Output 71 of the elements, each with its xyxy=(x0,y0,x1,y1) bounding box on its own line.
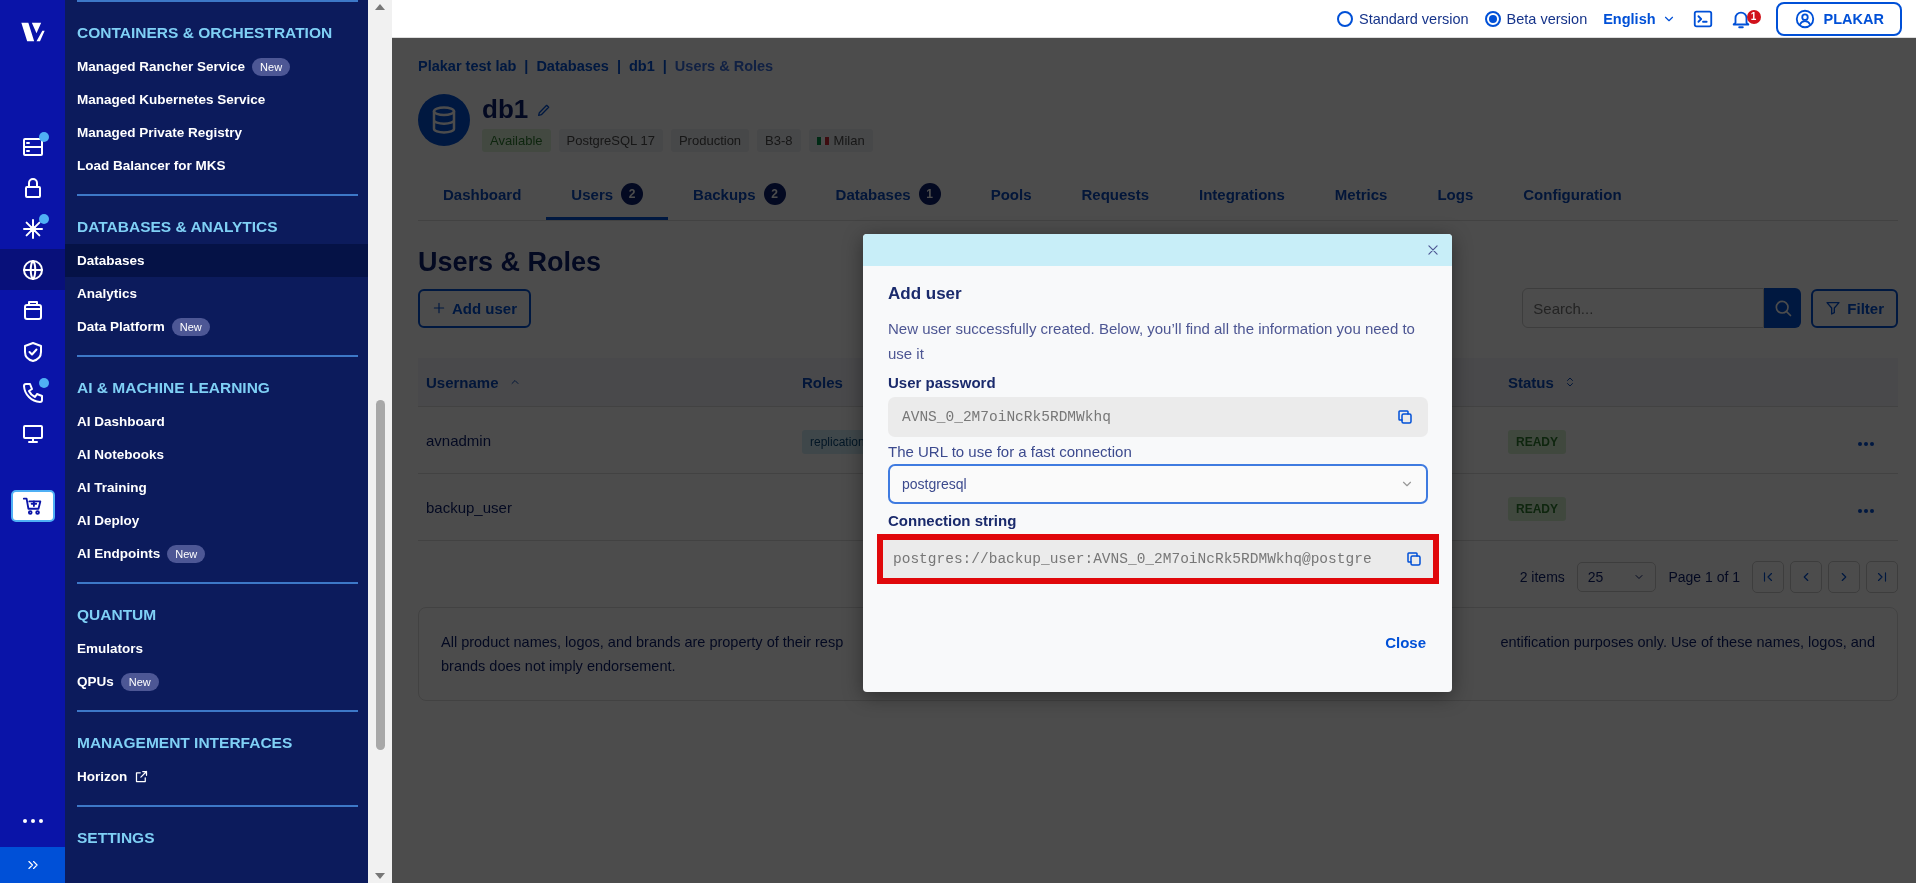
connection-string-field[interactable]: postgres://backup_user:AVNS_0_2M7oiNcRk5RDMWkhq@postgre xyxy=(883,540,1433,578)
scroll-down-icon[interactable] xyxy=(375,873,385,879)
column-header: Roles xyxy=(802,373,843,391)
disclaimer-text: brands does not imply endorsement. xyxy=(441,658,676,674)
radio-button[interactable] xyxy=(1484,10,1501,27)
breadcrumb-separator: | xyxy=(662,58,667,74)
new-badge: New xyxy=(171,317,210,336)
item-count: 2 items xyxy=(1519,569,1565,585)
close-link[interactable]: Close xyxy=(1385,634,1426,651)
disclaimer-text: All product names, logos, and brands are property of their resp xyxy=(441,633,844,652)
sidebar-item[interactable]: Emulators xyxy=(65,632,368,665)
cart-plus-icon xyxy=(21,495,44,517)
sidebar-item[interactable]: AI Endpoints New xyxy=(65,537,368,570)
page-title: db1 xyxy=(482,94,529,125)
copy-icon[interactable] xyxy=(1396,408,1414,426)
more-icon[interactable] xyxy=(22,819,43,823)
language-dropdown[interactable]: English xyxy=(1603,10,1676,27)
user-icon xyxy=(1793,7,1816,30)
cart-button[interactable] xyxy=(10,490,55,522)
new-badge: New xyxy=(167,544,206,563)
sidebar-item[interactable]: Horizon xyxy=(65,760,368,793)
sidebar-item[interactable]: Data Platform New xyxy=(65,310,368,343)
scroll-up-icon[interactable] xyxy=(375,4,385,10)
new-badge: New xyxy=(252,57,291,76)
page-label: Page 1 of 1 xyxy=(1668,569,1740,585)
globe-icon xyxy=(20,257,45,282)
table-cell: backup_user xyxy=(426,498,512,516)
notification-badge: 1 xyxy=(1746,9,1761,24)
section-heading: SETTINGS xyxy=(77,829,155,848)
version-radio[interactable]: Beta version xyxy=(1484,10,1588,27)
sidebar-item[interactable]: Managed Kubernetes Service xyxy=(65,83,368,116)
section-heading: AI & MACHINE LEARNING xyxy=(77,379,270,398)
field-label: Connection string xyxy=(888,512,1018,529)
modal-title: Add user xyxy=(888,284,963,304)
table-cell: avnadmin xyxy=(426,431,492,449)
disclaimer-text: entification purposes only. Use of these names, logos, and xyxy=(1500,633,1875,652)
close-icon xyxy=(1426,243,1440,257)
sidebar-item[interactable]: AI Deploy xyxy=(65,504,368,537)
network-icon xyxy=(20,216,45,241)
phone-icon xyxy=(20,380,45,405)
scrollbar-thumb[interactable] xyxy=(375,400,385,750)
sidebar-item[interactable]: AI Notebooks xyxy=(65,438,368,471)
sidebar-item[interactable]: AI Training xyxy=(65,471,368,504)
section-heading: QUANTUM xyxy=(77,606,157,625)
field-label: The URL to use for a fast connection xyxy=(888,443,1133,460)
sidebar-item[interactable]: Managed Rancher Service New xyxy=(65,50,368,83)
section-heading: MANAGEMENT INTERFACES xyxy=(77,734,293,753)
section-heading: DATABASES & ANALYTICS xyxy=(77,218,278,237)
breadcrumb-current: Users & Roles xyxy=(674,58,774,74)
breadcrumb-separator: | xyxy=(616,58,621,74)
sidebar-item[interactable]: AI Dashboard xyxy=(65,405,368,438)
close-button[interactable] xyxy=(1426,243,1440,257)
version-radio[interactable]: Standard version xyxy=(1336,10,1469,27)
success-message: New user successfully created. Below, you’ll find all the information you need to use it xyxy=(888,319,1416,364)
sidebar-item[interactable]: Analytics xyxy=(65,277,368,310)
password-field[interactable]: AVNS_0_2M7oiNcRk5RDMWkhq xyxy=(888,397,1428,437)
section-heading: CONTAINERS & ORCHESTRATION xyxy=(77,24,333,43)
sidebar-item[interactable]: QPUs New xyxy=(65,665,368,698)
account-button[interactable]: PLAKAR xyxy=(1775,1,1902,36)
field-label: User password xyxy=(888,374,997,391)
radio-button[interactable] xyxy=(1336,10,1353,27)
double-chevron-icon xyxy=(25,858,40,872)
copy-icon[interactable] xyxy=(1405,550,1423,568)
globe-nav-item[interactable] xyxy=(0,249,65,290)
url-type-select[interactable]: postgresql xyxy=(888,464,1428,504)
sidebar-item[interactable]: Load Balancer for MKS xyxy=(65,149,368,182)
sidebar-item[interactable]: Managed Private Registry xyxy=(65,116,368,149)
sidebar-item[interactable]: Databases xyxy=(65,244,368,277)
new-badge: New xyxy=(120,672,159,691)
breadcrumb-separator: | xyxy=(524,58,529,74)
section-title: Users & Roles xyxy=(418,247,602,278)
